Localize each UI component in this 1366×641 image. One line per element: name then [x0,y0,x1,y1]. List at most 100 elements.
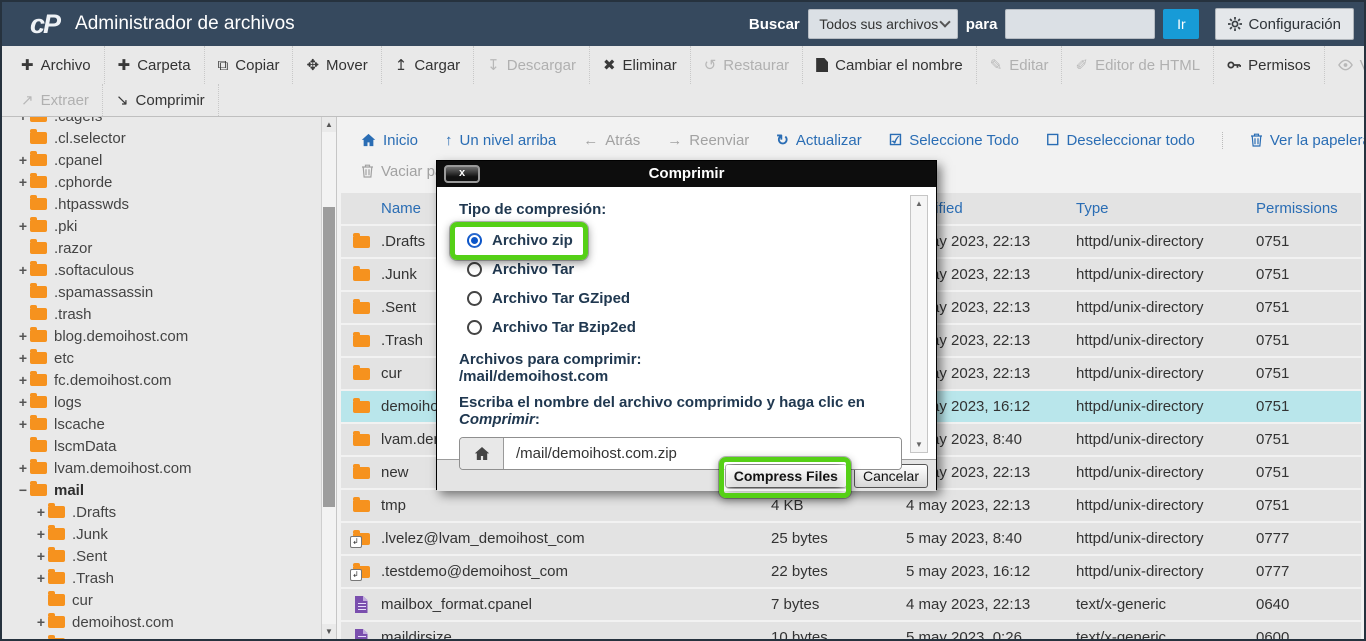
nav-inicio[interactable]: Inicio [361,132,418,149]
toolbar-item-label: Extraer [41,92,89,109]
sidebar-item-spamassassin[interactable]: .spamassassin [2,281,320,303]
sidebar-item-etc[interactable]: +etc [2,347,320,369]
file-type: httpd/unix-directory [1076,332,1256,349]
sidebar-item-cur[interactable]: cur [2,589,320,611]
expand-icon[interactable]: + [34,548,48,564]
expand-icon[interactable]: + [34,614,48,630]
search-scope-select[interactable]: Todos sus archivos [808,9,958,39]
sidebar-item-sent[interactable]: +.Sent [2,545,320,567]
sidebar-item-mail[interactable]: −mail [2,479,320,501]
sidebar-item-blog-demoihost-com[interactable]: +blog.demoihost.com [2,325,320,347]
toolbar-archivo[interactable]: ✚Archivo [8,46,105,84]
expand-icon[interactable]: + [34,636,48,639]
search-input[interactable] [1005,9,1155,39]
expand-icon[interactable]: + [16,117,30,124]
compress-files-button[interactable]: Compress Files [725,464,847,488]
nav-seleccione-todo[interactable]: ☑Seleccione Todo [889,131,1019,149]
scroll-up-icon[interactable]: ▲ [911,196,927,211]
nav-ver-la-papelera[interactable]: Ver la papelera [1222,132,1364,149]
table-row-testdemo-demoihost-com[interactable]: .testdemo@demoihost_com22 bytes5 may 202… [341,556,1361,587]
radio-button-icon[interactable] [467,291,482,306]
toolbar-eliminar[interactable]: ✖Eliminar [590,46,691,84]
table-row-mailbox-format-cpanel[interactable]: mailbox_format.cpanel7 bytes4 may 2023, … [341,589,1361,620]
expand-icon[interactable]: + [16,174,30,190]
sidebar-item-cpanel[interactable]: +.cpanel [2,149,320,171]
toolbar-mover[interactable]: ✥Mover [293,46,381,84]
expand-icon[interactable]: + [16,328,30,344]
sidebar-item-fc-demoihost-com[interactable]: +fc.demoihost.com [2,369,320,391]
expand-icon[interactable]: + [16,416,30,432]
expand-icon[interactable]: + [16,372,30,388]
expand-icon[interactable]: + [16,262,30,278]
radio-button-icon[interactable] [467,320,482,335]
collapse-icon[interactable]: − [16,482,30,498]
scroll-down-icon[interactable]: ▼ [911,437,927,452]
trash-icon [361,164,374,178]
sidebar-item-pki[interactable]: +.pki [2,215,320,237]
toolbar-ver[interactable]: Ver [1325,46,1366,84]
radio-button-icon[interactable] [467,233,482,248]
sidebar-item-lscache[interactable]: +lscache [2,413,320,435]
sidebar-item-htpasswds[interactable]: .htpasswds [2,193,320,215]
scroll-up-icon[interactable]: ▲ [322,117,336,132]
radio-option-archivo-tar[interactable]: Archivo Tar [467,259,574,279]
radio-option-archivo-tar-gziped[interactable]: Archivo Tar GZiped [467,288,630,308]
radio-option-archivo-tar-bzip2ed[interactable]: Archivo Tar Bzip2ed [467,317,636,337]
toolbar-extraer[interactable]: ↗Extraer [8,84,103,116]
sidebar-item-lscmdata[interactable]: lscmData [2,435,320,457]
sidebar-item-cagefs[interactable]: +.cagefs [2,117,320,127]
nav-reenviar[interactable]: →Reenviar [667,132,749,149]
sidebar-item-cl-selector[interactable]: .cl.selector [2,127,320,149]
settings-button[interactable]: Configuración [1215,8,1354,40]
table-row-lvelez-lvam-demoihost-com[interactable]: .lvelez@lvam_demoihost_com25 bytes5 may … [341,523,1361,554]
table-row-maildirsize[interactable]: maildirsize10 bytes5 may 2023, 0:26text/… [341,622,1361,639]
expand-icon[interactable]: + [16,394,30,410]
column-header-permissions[interactable]: Permissions [1256,200,1361,217]
expand-icon[interactable]: + [34,570,48,586]
toolbar-carpeta[interactable]: ✚Carpeta [105,46,205,84]
sidebar-item-demoihost-com[interactable]: +demoihost.com [2,611,320,633]
toolbar-editar[interactable]: ✎Editar [977,46,1063,84]
expand-icon[interactable]: + [16,218,30,234]
nav-atr-s[interactable]: ←Atrás [583,132,640,149]
folder-icon [30,286,47,298]
sidebar-item-lvam-demoihost-com[interactable]: +lvam.demoihost.com [2,457,320,479]
sidebar-item-junk[interactable]: +.Junk [2,523,320,545]
sidebar-item-softaculous[interactable]: +.softaculous [2,259,320,281]
radio-option-archivo-zip[interactable]: Archivo zip [467,230,573,250]
sidebar-scrollbar-thumb[interactable] [323,207,335,507]
toolbar-comprimir[interactable]: ↘Comprimir [103,84,219,116]
toolbar-copiar[interactable]: ⧉Copiar [205,46,294,84]
toolbar-cambiar-el-nombre[interactable]: Cambiar el nombre [803,46,977,84]
sidebar-item-trash[interactable]: .trash [2,303,320,325]
sidebar-scrollbar[interactable]: ▲ ▼ [321,117,336,639]
column-header-type[interactable]: Type [1076,200,1256,217]
toolbar-permisos[interactable]: Permisos [1214,46,1325,84]
radio-button-icon[interactable] [467,262,482,277]
expand-icon[interactable]: + [34,504,48,520]
sidebar-item-drafts[interactable]: +.Drafts [2,501,320,523]
toolbar-descargar[interactable]: ↧Descargar [474,46,590,84]
table-row-tmp[interactable]: tmp4 KB4 may 2023, 22:13httpd/unix-direc… [341,490,1361,521]
dialog-scrollbar[interactable]: ▲ ▼ [910,195,928,453]
sidebar-item-razor[interactable]: .razor [2,237,320,259]
nav-deseleccionar-todo[interactable]: ☐Deseleccionar todo [1046,131,1195,149]
sidebar-item-cphorde[interactable]: +.cphorde [2,171,320,193]
expand-icon[interactable]: + [34,526,48,542]
deselect-all-icon: ☐ [1046,131,1059,149]
close-icon[interactable]: x [444,165,480,183]
expand-icon[interactable]: + [16,152,30,168]
nav-un-nivel-arriba[interactable]: ↑Un nivel arriba [445,132,556,149]
sidebar-item-trash[interactable]: +.Trash [2,567,320,589]
sidebar-item-partial[interactable]: + [2,633,320,639]
scroll-down-icon[interactable]: ▼ [322,624,336,639]
toolbar-cargar[interactable]: ↥Cargar [382,46,474,84]
toolbar-restaurar[interactable]: ↺Restaurar [691,46,803,84]
sidebar-item-logs[interactable]: +logs [2,391,320,413]
nav-actualizar[interactable]: ↻Actualizar [776,131,861,149]
toolbar-editor-de-html[interactable]: ✐Editor de HTML [1062,46,1214,84]
nav-item-label: Actualizar [796,132,862,149]
expand-icon[interactable]: + [16,460,30,476]
expand-icon[interactable]: + [16,350,30,366]
search-go-button[interactable]: Ir [1163,9,1199,39]
